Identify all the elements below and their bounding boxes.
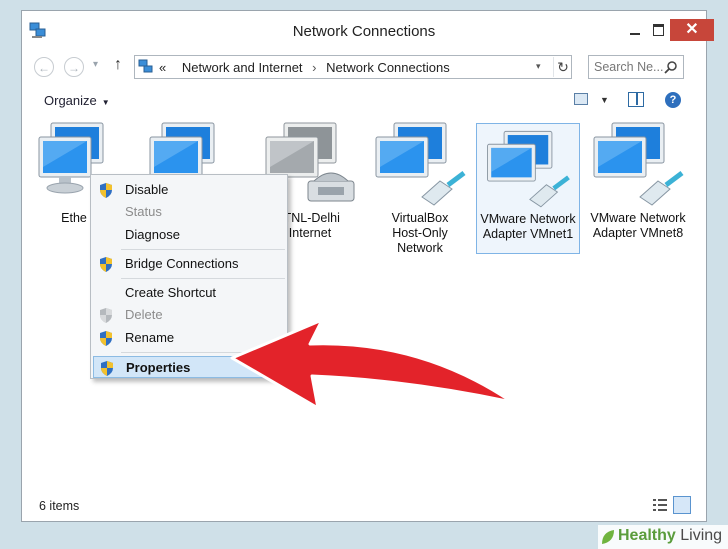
- watermark-suffix: Living: [680, 527, 723, 544]
- watermark-prefix: Healthy: [618, 527, 676, 544]
- red-arrow-annotation: [230, 318, 514, 410]
- watermark: Healthy Living: [598, 525, 728, 549]
- leaf-logo-icon: [602, 530, 614, 544]
- watermark-text: Healthy Living: [618, 527, 722, 545]
